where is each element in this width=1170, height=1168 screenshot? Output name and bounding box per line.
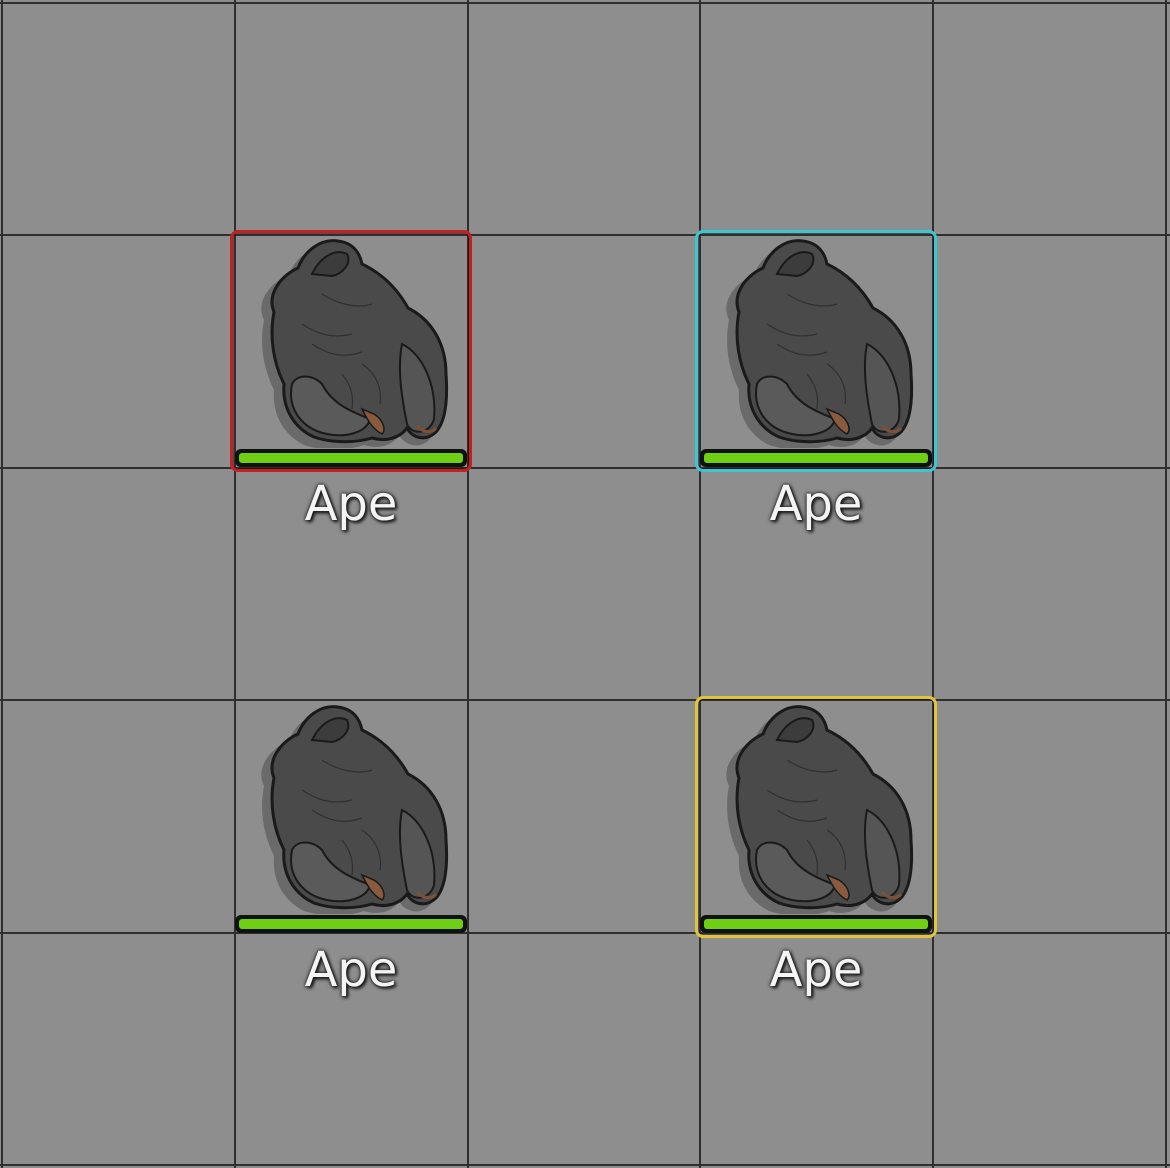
grid-line — [0, 2, 1170, 4]
token-ape[interactable]: Ape — [230, 696, 472, 998]
token-ape[interactable]: Ape — [695, 696, 937, 998]
health-bar-fill — [704, 919, 928, 929]
health-bar — [235, 449, 467, 467]
token-ape[interactable]: Ape — [695, 230, 937, 532]
health-bar — [700, 449, 932, 467]
gorilla-icon — [726, 705, 914, 914]
grid-line — [0, 467, 1170, 469]
health-bar-fill — [239, 919, 463, 929]
gorilla-icon — [261, 239, 449, 448]
token-name-label: Ape — [304, 476, 398, 532]
token-name-label: Ape — [769, 942, 863, 998]
grid-line — [0, 234, 1170, 236]
health-bar — [235, 915, 467, 933]
grid-line — [0, 699, 1170, 701]
gorilla-icon — [726, 239, 914, 448]
grid-line — [1165, 0, 1167, 1168]
grid-line — [1, 0, 3, 1168]
health-bar-fill — [239, 453, 463, 463]
map-board[interactable]: Ape Ape Ape Ape — [0, 0, 1170, 1168]
grid-line — [0, 1164, 1170, 1166]
grid-line — [0, 932, 1170, 934]
token-ape[interactable]: Ape — [230, 230, 472, 532]
health-bar-fill — [704, 453, 928, 463]
health-bar — [700, 915, 932, 933]
token-name-label: Ape — [304, 942, 398, 998]
token-name-label: Ape — [769, 476, 863, 532]
gorilla-icon — [261, 705, 449, 914]
